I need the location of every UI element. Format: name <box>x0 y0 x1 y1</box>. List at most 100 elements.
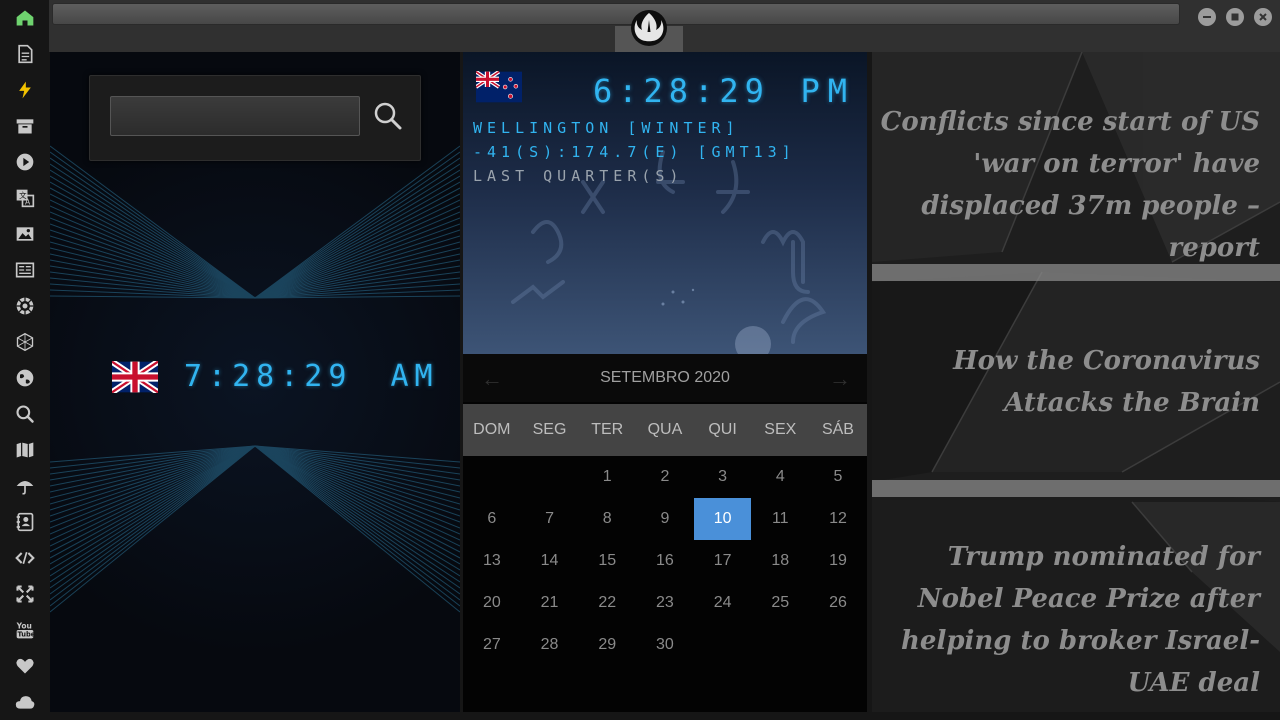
prev-month-button[interactable]: ← <box>481 366 503 392</box>
calendar-day-today[interactable]: 10 <box>693 498 752 540</box>
globe-icon <box>16 369 33 387</box>
calendar-day[interactable]: 21 <box>521 582 579 624</box>
calendar-day[interactable]: 14 <box>521 540 579 582</box>
calendar-day[interactable]: 26 <box>809 582 867 624</box>
calendar-day[interactable]: 16 <box>636 540 694 582</box>
calendar-day[interactable]: 4 <box>751 456 809 498</box>
uk-time-value: 7:28:29 <box>184 359 353 394</box>
search-icon <box>374 102 402 130</box>
calendar-day[interactable]: 6 <box>463 498 521 540</box>
translate-icon: 文A <box>16 189 34 208</box>
calendar-day[interactable]: 5 <box>809 456 867 498</box>
hexagon-nav-button[interactable] <box>12 324 38 360</box>
calendar-day[interactable]: 23 <box>636 582 694 624</box>
cloud-icon <box>15 696 34 709</box>
maximize-button[interactable] <box>1226 8 1244 26</box>
image-nav-button[interactable] <box>12 216 38 252</box>
maximize-icon <box>1231 13 1239 21</box>
galactic-empire-nav-button[interactable] <box>12 288 38 324</box>
cloud-nav-button[interactable] <box>12 684 38 720</box>
youtube-nav-button[interactable]: You Tube <box>12 612 38 648</box>
contacts-nav-button[interactable] <box>12 504 38 540</box>
calendar-day <box>521 456 579 498</box>
next-month-button[interactable]: → <box>829 366 851 392</box>
umbrella-icon <box>16 481 33 495</box>
calendar-day[interactable]: 17 <box>694 540 752 582</box>
document-nav-button[interactable] <box>12 36 38 72</box>
home-nav-button[interactable] <box>12 0 38 36</box>
calendar-day[interactable]: 1 <box>578 456 636 498</box>
calendar-day[interactable]: 9 <box>636 498 694 540</box>
chevron-lines-top <box>50 145 460 299</box>
minimize-icon <box>1203 16 1211 18</box>
top-address-bar[interactable] <box>52 3 1180 25</box>
news-panel: Conflicts since start of US 'war on terr… <box>872 52 1280 712</box>
calendar-day[interactable]: 22 <box>578 582 636 624</box>
galactic-empire-icon <box>16 297 33 315</box>
minimize-button[interactable] <box>1198 8 1216 26</box>
calendar-week-row: 20 21 22 23 24 25 26 <box>463 582 867 624</box>
contacts-icon <box>16 512 33 532</box>
calendar-weekdays: DOM SEG TER QUA QUI SEX SÁB <box>463 404 867 456</box>
calendar-day[interactable]: 8 <box>578 498 636 540</box>
calendar-day <box>751 624 809 666</box>
calendar-day[interactable]: 2 <box>636 456 694 498</box>
lightning-nav-button[interactable] <box>12 72 38 108</box>
search-input[interactable] <box>110 96 360 136</box>
calendar-day[interactable]: 13 <box>463 540 521 582</box>
calendar-day[interactable]: 30 <box>636 624 694 666</box>
globe-nav-button[interactable] <box>12 360 38 396</box>
uk-flag-icon <box>112 360 158 393</box>
document-icon <box>17 44 32 64</box>
umbrella-nav-button[interactable] <box>12 468 38 504</box>
news-headline[interactable]: Conflicts since start of US 'war on terr… <box>880 101 1260 269</box>
nz-moon-phase: LAST QUARTER(S) <box>473 167 684 185</box>
news-headline[interactable]: How the Coronavirus Attacks the Brain <box>900 340 1260 424</box>
calendar-day[interactable]: 29 <box>578 624 636 666</box>
search-button[interactable] <box>372 100 404 132</box>
calendar-week-row: 6 7 8 9 10 11 12 <box>463 498 867 540</box>
archive-icon <box>16 119 33 134</box>
calendar-day[interactable]: 20 <box>463 582 521 624</box>
calendar-day[interactable]: 27 <box>463 624 521 666</box>
calendar-day[interactable]: 19 <box>809 540 867 582</box>
archive-nav-button[interactable] <box>12 108 38 144</box>
calendar-day[interactable]: 15 <box>578 540 636 582</box>
code-nav-button[interactable] <box>12 540 38 576</box>
newspaper-nav-button[interactable] <box>12 252 38 288</box>
news-headline[interactable]: Trump nominated for Nobel Peace Prize af… <box>900 536 1260 704</box>
calendar-day[interactable]: 11 <box>751 498 809 540</box>
image-icon <box>16 227 33 241</box>
expand-nav-button[interactable] <box>12 576 38 612</box>
play-nav-button[interactable] <box>12 144 38 180</box>
calendar-day[interactable]: 18 <box>751 540 809 582</box>
search-icon <box>15 405 34 423</box>
nz-time: 6:28:29 <box>593 72 770 110</box>
svg-text:You: You <box>15 621 31 630</box>
calendar-day[interactable]: 25 <box>751 582 809 624</box>
weekday-header: TER <box>591 421 624 438</box>
search-nav-button[interactable] <box>12 396 38 432</box>
calendar-day[interactable]: 7 <box>521 498 579 540</box>
close-button[interactable] <box>1254 8 1272 26</box>
expand-icon <box>15 585 34 603</box>
weekday-header: QUA <box>647 421 683 438</box>
calendar-grid: 1 2 3 4 5 6 7 8 9 10 11 12 13 14 15 16 17 18 19 20 21 22 23 24 2… <box>463 456 867 666</box>
calendar-day[interactable]: 24 <box>694 582 752 624</box>
calendar-day <box>463 456 521 498</box>
calendar-day[interactable]: 3 <box>694 456 752 498</box>
calendar-day[interactable]: 12 <box>809 498 867 540</box>
search-box <box>89 75 421 161</box>
weekday-header: DOM <box>473 421 511 438</box>
map-icon <box>16 442 33 458</box>
calendar-week-row: 27 28 29 30 <box>463 624 867 666</box>
translate-nav-button[interactable]: 文A <box>12 180 38 216</box>
map-nav-button[interactable] <box>12 432 38 468</box>
rebel-alliance-icon[interactable] <box>629 8 669 48</box>
sidebar: 文 A You Tube <box>0 0 49 720</box>
calendar-week-row: 12345 <box>463 456 867 498</box>
heart-nav-button[interactable] <box>12 648 38 684</box>
calendar-day[interactable]: 28 <box>521 624 579 666</box>
calendar-day <box>809 624 867 666</box>
nz-clock-area: 6:28:29 PM WELLINGTON [WINTER] -41(S):17… <box>463 52 867 354</box>
